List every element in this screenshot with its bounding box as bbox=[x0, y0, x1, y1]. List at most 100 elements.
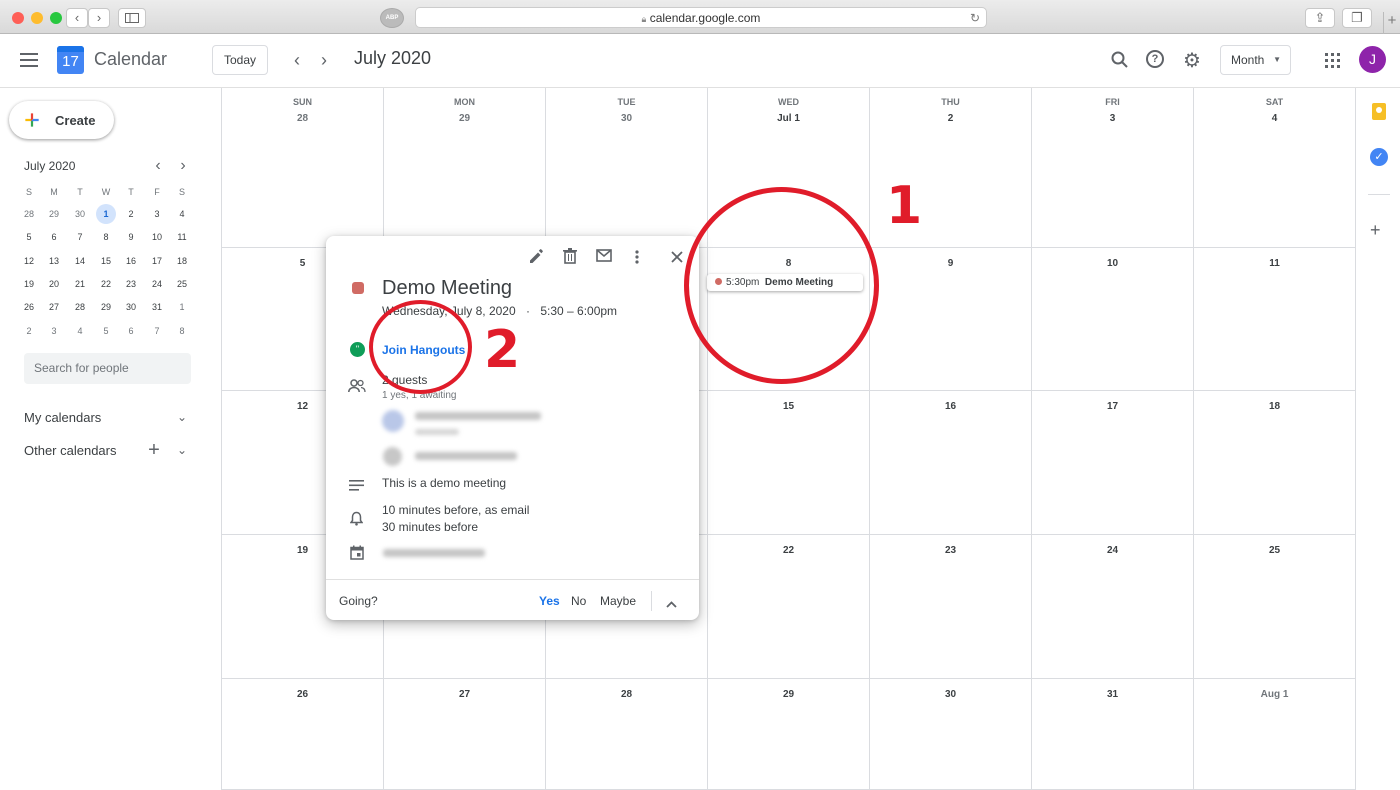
keep-notes-icon[interactable] bbox=[1372, 103, 1386, 120]
join-hangouts-link[interactable]: Join Hangouts bbox=[382, 343, 465, 357]
day-cell[interactable]: SAT 4 bbox=[1194, 88, 1356, 248]
day-number[interactable]: 4 bbox=[1194, 113, 1355, 124]
mini-calendar-day[interactable]: 4 bbox=[70, 321, 90, 341]
mini-calendar-day[interactable]: 8 bbox=[96, 227, 116, 247]
mini-calendar-day[interactable]: 14 bbox=[70, 251, 90, 271]
mini-calendar-day[interactable]: 29 bbox=[44, 204, 64, 224]
help-icon[interactable]: ? bbox=[1146, 50, 1164, 68]
today-button[interactable]: Today bbox=[212, 45, 268, 75]
day-number[interactable]: 18 bbox=[1194, 401, 1355, 412]
mini-calendar-day[interactable]: 12 bbox=[19, 251, 39, 271]
day-number[interactable]: 23 bbox=[870, 545, 1031, 556]
next-month-icon[interactable]: › bbox=[311, 47, 337, 73]
previous-month-icon[interactable]: ‹ bbox=[284, 47, 310, 73]
mini-calendar-day[interactable]: 16 bbox=[121, 251, 141, 271]
new-tab-icon[interactable]: + bbox=[1383, 12, 1400, 34]
day-number[interactable]: 28 bbox=[222, 113, 383, 124]
day-number[interactable]: 3 bbox=[1032, 113, 1193, 124]
day-number[interactable]: Jul 1 bbox=[708, 113, 869, 124]
add-calendar-plus-icon[interactable]: + bbox=[141, 437, 167, 463]
mini-calendar-day[interactable]: 1 bbox=[172, 297, 192, 317]
mini-calendar-day[interactable]: 7 bbox=[70, 227, 90, 247]
mini-calendar-day[interactable]: 27 bbox=[44, 297, 64, 317]
mini-calendar-day[interactable]: 4 bbox=[172, 204, 192, 224]
mini-calendar-day[interactable]: 29 bbox=[96, 297, 116, 317]
account-avatar[interactable]: J bbox=[1359, 46, 1386, 73]
mini-calendar-today[interactable]: 1 bbox=[96, 204, 116, 224]
mini-calendar-day[interactable]: 17 bbox=[147, 251, 167, 271]
day-cell[interactable]: TUE 30 bbox=[546, 88, 708, 248]
mini-calendar-day[interactable]: 8 bbox=[172, 321, 192, 341]
apps-grid-icon[interactable] bbox=[1325, 53, 1340, 73]
mini-calendar-day[interactable]: 15 bbox=[96, 251, 116, 271]
mini-calendar-day[interactable]: 20 bbox=[44, 274, 64, 294]
mini-calendar-day[interactable]: 28 bbox=[70, 297, 90, 317]
mini-calendar-day[interactable]: 28 bbox=[19, 204, 39, 224]
zoom-window-button[interactable] bbox=[50, 12, 62, 24]
chevron-down-icon[interactable]: ⌄ bbox=[169, 437, 195, 463]
mini-calendar-day[interactable]: 5 bbox=[96, 321, 116, 341]
day-cell[interactable]: 28 bbox=[546, 679, 708, 790]
mini-calendar-day[interactable]: 23 bbox=[121, 274, 141, 294]
day-cell[interactable]: 10 bbox=[1032, 248, 1194, 391]
mini-prev-month-icon[interactable]: ‹ bbox=[145, 153, 171, 179]
event-chip-demo-meeting[interactable]: 5:30pm Demo Meeting bbox=[707, 274, 863, 291]
rsvp-yes-button[interactable]: Yes bbox=[539, 594, 560, 608]
day-cell[interactable]: 15 bbox=[708, 391, 870, 535]
reload-icon[interactable]: ↻ bbox=[970, 8, 980, 28]
main-menu-icon[interactable] bbox=[20, 53, 38, 72]
mini-calendar-day[interactable]: 7 bbox=[147, 321, 167, 341]
create-button[interactable]: Create bbox=[9, 101, 114, 139]
mini-calendar-day[interactable]: 19 bbox=[19, 274, 39, 294]
other-calendars-heading[interactable]: Other calendars bbox=[24, 443, 117, 458]
day-number[interactable]: 28 bbox=[546, 689, 707, 700]
mini-calendar-day[interactable]: 13 bbox=[44, 251, 64, 271]
mini-calendar-day[interactable]: 30 bbox=[70, 204, 90, 224]
mini-calendar-day[interactable]: 18 bbox=[172, 251, 192, 271]
delete-trash-icon[interactable] bbox=[563, 248, 577, 269]
day-cell[interactable]: 9 bbox=[870, 248, 1032, 391]
forward-icon[interactable]: › bbox=[88, 8, 110, 28]
day-number[interactable]: 15 bbox=[708, 401, 869, 412]
close-window-button[interactable] bbox=[12, 12, 24, 24]
day-number[interactable]: 30 bbox=[870, 689, 1031, 700]
adblock-icon[interactable]: ABP bbox=[380, 8, 404, 28]
mini-calendar-day[interactable]: 21 bbox=[70, 274, 90, 294]
settings-gear-icon[interactable]: ⚙ bbox=[1183, 48, 1201, 73]
mini-calendar-day[interactable]: 11 bbox=[172, 227, 192, 247]
day-cell[interactable]: 11 bbox=[1194, 248, 1356, 391]
day-number[interactable]: 30 bbox=[546, 113, 707, 124]
mini-calendar-day[interactable]: 3 bbox=[147, 204, 167, 224]
day-number[interactable]: 2 bbox=[870, 113, 1031, 124]
day-number[interactable]: 31 bbox=[1032, 689, 1193, 700]
my-calendars-heading[interactable]: My calendars bbox=[24, 410, 101, 425]
day-cell[interactable]: 25 bbox=[1194, 535, 1356, 679]
edit-pencil-icon[interactable] bbox=[528, 248, 544, 269]
day-number[interactable]: 9 bbox=[870, 258, 1031, 269]
mini-calendar-day[interactable]: 9 bbox=[121, 227, 141, 247]
minimize-window-button[interactable] bbox=[31, 12, 43, 24]
day-cell[interactable]: 26 bbox=[222, 679, 384, 790]
mini-calendar-day[interactable]: 22 bbox=[96, 274, 116, 294]
guests-count[interactable]: 2 guests bbox=[382, 373, 427, 387]
day-cell[interactable]: WED Jul 1 bbox=[708, 88, 870, 248]
close-icon[interactable] bbox=[671, 250, 683, 268]
day-number[interactable]: 8 bbox=[708, 258, 869, 269]
day-number[interactable]: 24 bbox=[1032, 545, 1193, 556]
day-cell[interactable]: 22 bbox=[708, 535, 870, 679]
back-icon[interactable]: ‹ bbox=[66, 8, 88, 28]
address-bar[interactable]: 🔒︎ calendar.google.com ↻ bbox=[415, 7, 987, 28]
day-number[interactable]: Aug 1 bbox=[1194, 689, 1355, 700]
mini-calendar-day[interactable]: 31 bbox=[147, 297, 167, 317]
day-cell[interactable]: 17 bbox=[1032, 391, 1194, 535]
mini-calendar-day[interactable]: 2 bbox=[19, 321, 39, 341]
mini-calendar-day[interactable]: 5 bbox=[19, 227, 39, 247]
tasks-icon[interactable]: ✓ bbox=[1370, 148, 1388, 166]
day-number[interactable]: 16 bbox=[870, 401, 1031, 412]
search-people-input[interactable]: Search for people bbox=[24, 353, 191, 384]
more-options-icon[interactable] bbox=[635, 250, 639, 269]
day-number[interactable]: 10 bbox=[1032, 258, 1193, 269]
mini-calendar-day[interactable]: 24 bbox=[147, 274, 167, 294]
mini-next-month-icon[interactable]: › bbox=[170, 153, 196, 179]
mini-calendar-day[interactable]: 26 bbox=[19, 297, 39, 317]
